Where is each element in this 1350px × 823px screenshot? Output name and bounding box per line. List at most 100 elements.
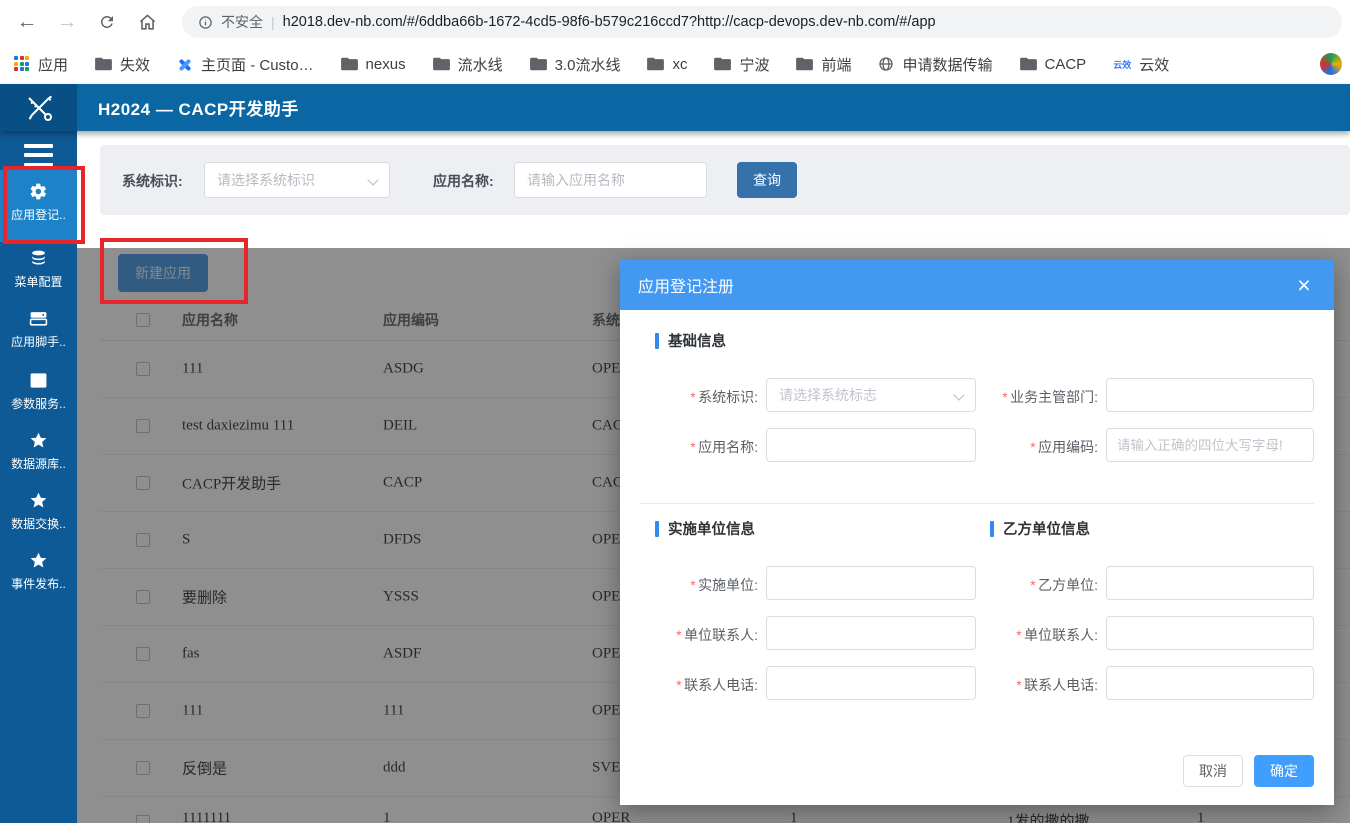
- annotation-box-sidebar: [3, 166, 85, 244]
- bookmark-item[interactable]: 3.0流水线: [530, 54, 621, 75]
- url-text: h2018.dev-nb.com/#/6ddba66b-1672-4cd5-98…: [283, 14, 936, 30]
- sidebar-item-event-publish[interactable]: 事件发布..: [0, 550, 77, 596]
- info-icon[interactable]: [198, 15, 213, 30]
- crossed-key-logo-icon: [24, 93, 54, 123]
- impl-contact-input[interactable]: [766, 616, 976, 650]
- folder-icon: [433, 57, 450, 71]
- app-name-input[interactable]: [766, 428, 976, 462]
- confirm-button[interactable]: 确定: [1254, 755, 1314, 787]
- required-mark: *: [676, 627, 681, 643]
- field-label-b-phone: *联系人电话:: [960, 675, 1098, 695]
- forward-icon[interactable]: →: [52, 7, 82, 37]
- sidebar-item-data-exchange[interactable]: 数据交换..: [0, 490, 77, 536]
- system-flag-select[interactable]: 请选择系统标志: [766, 378, 976, 412]
- close-icon[interactable]: ×: [1290, 271, 1318, 299]
- bookmark-item[interactable]: 流水线: [433, 54, 503, 75]
- impl-phone-input[interactable]: [766, 666, 976, 700]
- section-basic-info: 基础信息: [655, 330, 726, 351]
- hamburger-menu-icon[interactable]: [24, 144, 53, 166]
- impl-unit-input[interactable]: [766, 566, 976, 600]
- bookmark-item[interactable]: CACP: [1020, 56, 1087, 73]
- bookmark-item[interactable]: nexus: [341, 56, 406, 73]
- globe-icon: [878, 56, 894, 72]
- bookmark-label: nexus: [366, 56, 406, 73]
- required-mark: *: [690, 389, 695, 405]
- bookmark-item[interactable]: 前端: [796, 54, 851, 75]
- star-icon: [29, 430, 49, 450]
- page-title: H2024 — CACP开发助手: [98, 84, 299, 131]
- browser-profile-icon[interactable]: [1320, 53, 1342, 75]
- bookmark-item[interactable]: 失效: [95, 54, 150, 75]
- sidebar-item-menu-config[interactable]: 菜单配置: [0, 248, 77, 294]
- b-contact-input[interactable]: [1106, 616, 1314, 650]
- search-panel: 系统标识: 请选择系统标识 应用名称: 查询: [100, 145, 1350, 215]
- field-label-impl-contact: *单位联系人:: [628, 625, 758, 645]
- folder-icon: [530, 57, 547, 71]
- folder-icon: [714, 57, 731, 71]
- bookmark-item[interactable]: 宁波: [714, 54, 769, 75]
- sidebar-item-data-source[interactable]: 数据源库..: [0, 430, 77, 476]
- app-code-input[interactable]: [1106, 428, 1314, 462]
- system-id-label: 系统标识:: [122, 171, 183, 191]
- bookmark-label: 宁波: [739, 54, 769, 75]
- bookmark-item-globe[interactable]: 申请数据传输: [878, 54, 992, 75]
- cancel-button[interactable]: 取消: [1183, 755, 1243, 787]
- bookmark-label: xc: [672, 56, 687, 73]
- app-name-input[interactable]: [514, 162, 707, 198]
- bookmark-label: 主页面 - Custo…: [201, 54, 314, 75]
- folder-icon: [1020, 57, 1037, 71]
- required-mark: *: [690, 577, 695, 593]
- bookmark-label: 流水线: [458, 54, 503, 75]
- system-id-select[interactable]: 请选择系统标识: [204, 162, 390, 198]
- required-mark: *: [1030, 439, 1035, 455]
- section-title: 实施单位信息: [668, 518, 755, 539]
- bookmark-item-apps[interactable]: 应用: [14, 54, 68, 75]
- dialog-title: 应用登记注册: [638, 260, 734, 310]
- b-unit-input[interactable]: [1106, 566, 1314, 600]
- apps-grid-icon: [14, 56, 30, 72]
- yunxiao-icon: 云效: [1113, 58, 1131, 71]
- url-separator: |: [271, 14, 275, 30]
- sidebar-item-param-service[interactable]: 参数服务..: [0, 370, 77, 416]
- required-mark: *: [1016, 627, 1021, 643]
- bookmark-label: 申请数据传输: [902, 54, 992, 75]
- chevron-down-icon: [367, 174, 378, 185]
- server-icon: [29, 308, 49, 328]
- sidebar-item-label: 参数服务..: [11, 395, 66, 412]
- confluence-icon: [177, 56, 193, 72]
- bookmark-item[interactable]: xc: [647, 56, 687, 73]
- bookmark-item-confluence[interactable]: 主页面 - Custo…: [177, 54, 314, 75]
- section-marker: [655, 333, 659, 349]
- folder-icon: [341, 57, 358, 71]
- app-logo: [0, 84, 77, 131]
- dialog-header: 应用登记注册 ×: [620, 260, 1334, 310]
- url-bar[interactable]: 不安全 | h2018.dev-nb.com/#/6ddba66b-1672-4…: [182, 6, 1342, 38]
- back-icon[interactable]: ←: [12, 7, 42, 37]
- b-phone-input[interactable]: [1106, 666, 1314, 700]
- folder-icon: [95, 57, 112, 71]
- sidebar-item-label: 数据交换..: [11, 515, 66, 532]
- required-mark: *: [1002, 389, 1007, 405]
- sidebar-item-app-scaffold[interactable]: 应用脚手..: [0, 308, 77, 354]
- query-button[interactable]: 查询: [737, 162, 797, 198]
- sidebar-item-label: 数据源库..: [11, 455, 66, 472]
- required-mark: *: [1016, 677, 1021, 693]
- star-icon: [29, 550, 49, 570]
- select-placeholder: 请选择系统标识: [217, 170, 315, 190]
- field-label-b-contact: *单位联系人:: [960, 625, 1098, 645]
- section-marker: [655, 521, 659, 537]
- sidebar-item-label: 菜单配置: [14, 273, 62, 290]
- field-label-app-code: *应用编码:: [960, 437, 1098, 457]
- home-icon[interactable]: [132, 7, 162, 37]
- required-mark: *: [676, 677, 681, 693]
- folder-icon: [647, 57, 664, 71]
- home-glyph: [138, 13, 157, 32]
- refresh-icon[interactable]: [92, 7, 122, 37]
- dept-input[interactable]: [1106, 378, 1314, 412]
- required-mark: *: [1030, 577, 1035, 593]
- bookmark-label: 3.0流水线: [555, 54, 621, 75]
- star-icon: [29, 490, 49, 510]
- section-impl-unit: 实施单位信息: [655, 518, 755, 539]
- section-title: 乙方单位信息: [1003, 518, 1090, 539]
- bookmark-item-yunxiao[interactable]: 云效 云效: [1113, 54, 1169, 75]
